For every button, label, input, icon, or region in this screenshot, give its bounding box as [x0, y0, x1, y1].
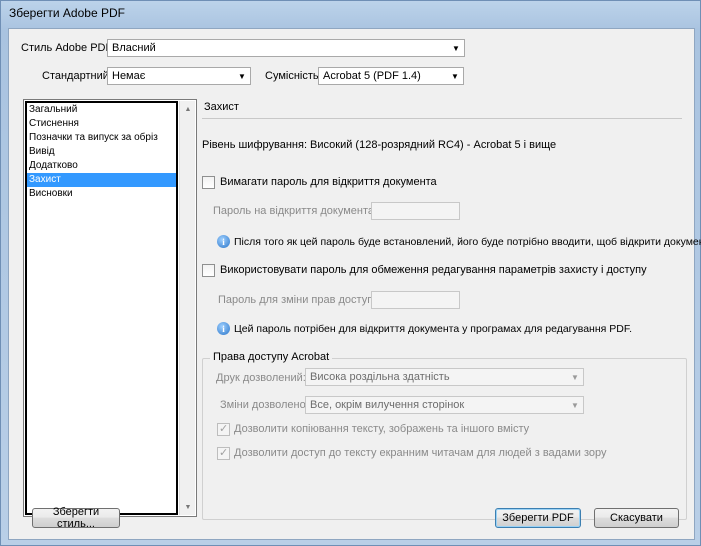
save-pdf-dialog: Зберегти Adobe PDF Стиль Adobe PDF: Влас…: [0, 0, 701, 546]
printing-allowed-value: Висока роздільна здатність: [310, 371, 450, 383]
chevron-down-icon[interactable]: ▼: [447, 68, 463, 84]
scroll-down-icon[interactable]: ▼: [180, 499, 196, 515]
restrict-permissions-label[interactable]: Використовувати пароль для обмеження ред…: [220, 264, 647, 276]
permissions-password-input[interactable]: [371, 291, 460, 309]
scroll-up-icon[interactable]: ▲: [180, 101, 196, 117]
info-icon: i: [217, 322, 230, 335]
allow-copy-label[interactable]: Дозволити копіювання тексту, зображень т…: [234, 423, 529, 435]
sidebar-item-general[interactable]: Загальний: [27, 103, 176, 117]
sidebar-item-security[interactable]: Захист: [27, 173, 176, 187]
open-password-field-label: Пароль на відкриття документа:: [213, 205, 378, 217]
encryption-level-text: Рівень шифрування: Високий (128-розрядни…: [202, 139, 557, 151]
chevron-down-icon[interactable]: ▼: [234, 68, 250, 84]
cancel-button[interactable]: Скасувати: [594, 508, 679, 528]
open-password-input[interactable]: [371, 202, 460, 220]
settings-category-list[interactable]: Загальний Стиснення Позначки та випуск з…: [23, 99, 197, 517]
list-scrollbar[interactable]: ▲ ▼: [179, 101, 195, 515]
pdf-style-value: Власний: [112, 42, 156, 54]
window-title: Зберегти Adobe PDF: [9, 6, 125, 20]
restrict-permissions-checkbox[interactable]: [202, 264, 215, 277]
check-icon: ✓: [219, 423, 229, 435]
changes-allowed-select[interactable]: Все, окрім вилучення сторінок ▼: [305, 396, 584, 414]
standard-select[interactable]: Немає ▼: [107, 67, 251, 85]
chevron-down-icon[interactable]: ▼: [448, 40, 464, 56]
changes-allowed-label: Зміни дозволено:: [220, 399, 309, 411]
changes-allowed-value: Все, окрім вилучення сторінок: [310, 399, 465, 411]
require-open-password-checkbox[interactable]: [202, 176, 215, 189]
open-password-info-text: Після того як цей пароль буде встановлен…: [234, 236, 701, 248]
compatibility-select[interactable]: Acrobat 5 (PDF 1.4) ▼: [318, 67, 464, 85]
info-icon: i: [217, 235, 230, 248]
panel-title: Захист: [204, 101, 239, 113]
sidebar-item-output[interactable]: Вивід: [27, 145, 176, 159]
save-style-button[interactable]: Зберегти стиль...: [32, 506, 120, 530]
compatibility-label: Сумісність:: [265, 70, 322, 82]
dialog-client-area: Стиль Adobe PDF: Власний ▼ Стандартний: …: [8, 28, 701, 540]
printing-allowed-select[interactable]: Висока роздільна здатність ▼: [305, 368, 584, 386]
sidebar-item-compression[interactable]: Стиснення: [27, 117, 176, 131]
check-icon: ✓: [219, 447, 229, 459]
allow-screen-reader-label[interactable]: Дозволити доступ до тексту екранним чита…: [234, 447, 607, 459]
printing-allowed-label: Друк дозволений:: [216, 372, 306, 384]
chevron-down-icon[interactable]: ▼: [567, 369, 583, 385]
permissions-password-field-label: Пароль для зміни прав доступу:: [218, 294, 382, 306]
sidebar-item-marks-bleeds[interactable]: Позначки та випуск за обріз: [27, 131, 176, 145]
sidebar-item-advanced[interactable]: Додатково: [27, 159, 176, 173]
pdf-style-select[interactable]: Власний ▼: [107, 39, 465, 57]
require-open-password-label[interactable]: Вимагати пароль для відкриття документа: [220, 176, 437, 188]
standard-label: Стандартний:: [42, 70, 112, 82]
pdf-style-label: Стиль Adobe PDF:: [21, 42, 116, 54]
allow-screen-reader-checkbox[interactable]: ✓: [217, 447, 230, 460]
compatibility-value: Acrobat 5 (PDF 1.4): [323, 70, 421, 82]
category-list-items: Загальний Стиснення Позначки та випуск з…: [25, 101, 178, 515]
permissions-password-info-text: Цей пароль потрібен для відкриття докуме…: [234, 323, 633, 335]
allow-copy-checkbox[interactable]: ✓: [217, 423, 230, 436]
sidebar-item-summary[interactable]: Висновки: [27, 187, 176, 201]
save-pdf-button[interactable]: Зберегти PDF: [495, 508, 581, 528]
acrobat-rights-legend: Права доступу Acrobat: [210, 351, 333, 363]
panel-divider: [202, 118, 682, 119]
chevron-down-icon[interactable]: ▼: [567, 397, 583, 413]
standard-value: Немає: [112, 70, 146, 82]
